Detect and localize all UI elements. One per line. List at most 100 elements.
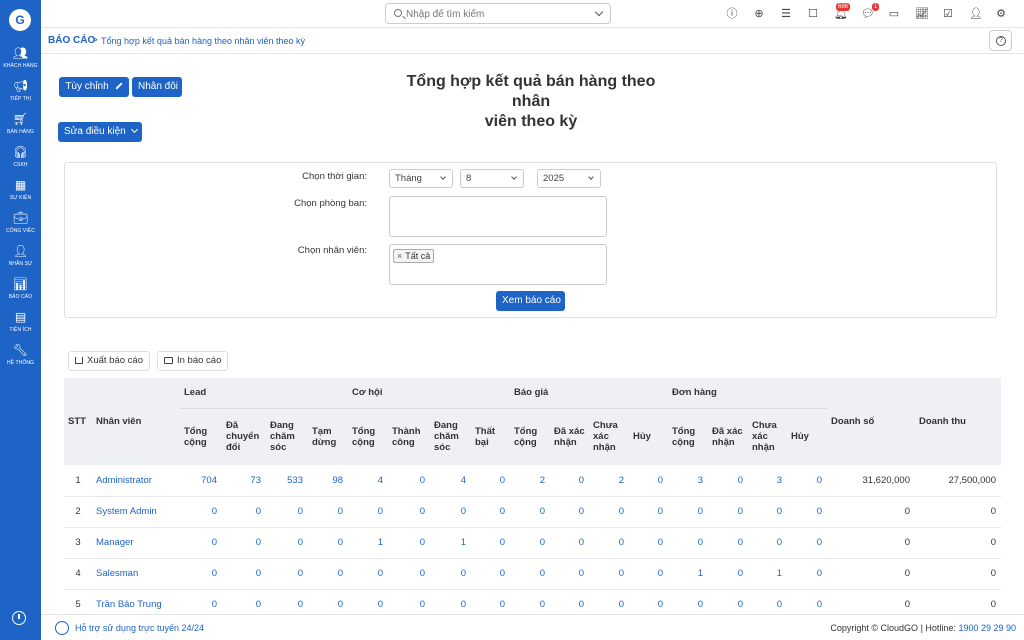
print-report-button[interactable]: In báo cáo xyxy=(157,351,229,371)
metric-link[interactable]: 0 xyxy=(510,527,550,559)
hotline-number[interactable]: 1900 29 29 90 xyxy=(958,623,1016,633)
metric-link[interactable]: 0 xyxy=(471,496,510,528)
metric-link[interactable]: 0 xyxy=(266,496,308,528)
chat-icon[interactable]: 💬︎ xyxy=(861,8,875,20)
metric-link[interactable]: 0 xyxy=(222,527,266,559)
sidebar-item-7[interactable]: 📊︎ BÁO CÁO xyxy=(0,277,41,300)
global-search[interactable] xyxy=(385,3,611,24)
metric-link[interactable]: 1 xyxy=(668,558,708,590)
sidebar-item-9[interactable]: 🔧︎ HỆ THỐNG xyxy=(0,343,41,366)
metric-link[interactable]: 0 xyxy=(708,496,748,528)
metric-link[interactable]: 0 xyxy=(180,527,222,559)
help-button[interactable]: ? xyxy=(989,30,1012,51)
metric-link[interactable]: 0 xyxy=(629,558,668,590)
employee-tag[interactable]: × Tất cả xyxy=(393,249,435,263)
support-link[interactable]: Hỗ trợ sử dụng trực tuyến 24/24 xyxy=(75,623,204,633)
remove-tag-icon[interactable]: × xyxy=(397,251,402,261)
metric-link[interactable]: 3 xyxy=(748,465,787,497)
view-report-button[interactable]: Xem báo cáo xyxy=(496,291,565,311)
add-circle-icon[interactable]: ⊕ xyxy=(753,8,765,20)
year-select[interactable]: 2025 xyxy=(537,169,601,188)
metric-link[interactable]: 4 xyxy=(430,465,471,497)
metric-link[interactable]: 0 xyxy=(308,496,348,528)
metric-link[interactable]: 0 xyxy=(222,496,266,528)
metric-link[interactable]: 0 xyxy=(430,496,471,528)
metric-link[interactable]: 0 xyxy=(708,558,748,590)
metric-link[interactable]: 0 xyxy=(787,527,827,559)
sidebar-item-1[interactable]: 📢︎ TIẾP THỊ xyxy=(0,79,41,102)
metric-link[interactable]: 3 xyxy=(668,465,708,497)
metric-link[interactable]: 0 xyxy=(629,496,668,528)
metric-link[interactable]: 98 xyxy=(308,465,348,497)
sidebar-item-3[interactable]: 🎧︎ CSKH xyxy=(0,145,41,168)
metric-link[interactable]: 0 xyxy=(471,558,510,590)
employee-link[interactable]: Manager xyxy=(92,527,180,559)
sidebar-item-5[interactable]: 💼︎ CÔNG VIỆC xyxy=(0,211,41,234)
metric-link[interactable]: 0 xyxy=(510,558,550,590)
user-icon[interactable]: 👤︎ xyxy=(969,8,983,20)
employee-link[interactable]: System Admin xyxy=(92,496,180,528)
breadcrumb-root[interactable]: BÁO CÁO xyxy=(48,35,95,46)
customize-button[interactable]: Tùy chỉnh xyxy=(59,77,129,97)
metric-link[interactable]: 0 xyxy=(708,465,748,497)
metric-link[interactable]: 0 xyxy=(787,496,827,528)
metric-link[interactable]: 4 xyxy=(348,465,388,497)
metric-link[interactable]: 0 xyxy=(180,558,222,590)
metric-link[interactable]: 0 xyxy=(266,558,308,590)
metric-link[interactable]: 0 xyxy=(629,527,668,559)
month-select[interactable]: 8 xyxy=(460,169,524,188)
metric-link[interactable]: 0 xyxy=(550,527,589,559)
cloudgo-logo[interactable]: G xyxy=(9,9,31,31)
search-input[interactable] xyxy=(406,7,586,21)
sidebar-item-8[interactable]: ▤ TIỆN ÍCH xyxy=(0,310,41,333)
metric-link[interactable]: 0 xyxy=(471,465,510,497)
duplicate-button[interactable]: Nhân đôi xyxy=(132,77,182,97)
line-chart-icon[interactable]: 📈︎ xyxy=(915,8,929,20)
export-report-button[interactable]: Xuất báo cáo xyxy=(68,351,150,371)
employee-link[interactable]: Administrator xyxy=(92,465,180,497)
checkbox-icon[interactable]: ☑ xyxy=(942,8,954,20)
sidebar-item-0[interactable]: 👥︎ KHÁCH HÀNG xyxy=(0,46,41,69)
metric-link[interactable]: 0 xyxy=(510,496,550,528)
metric-link[interactable]: 1 xyxy=(748,558,787,590)
metric-link[interactable]: 1 xyxy=(348,527,388,559)
metric-link[interactable]: 533 xyxy=(266,465,308,497)
employee-link[interactable]: Salesman xyxy=(92,558,180,590)
metric-link[interactable]: 0 xyxy=(266,527,308,559)
list-icon[interactable]: ☰ xyxy=(780,8,792,20)
metric-link[interactable]: 0 xyxy=(308,527,348,559)
metric-link[interactable]: 704 xyxy=(180,465,222,497)
metric-link[interactable]: 2 xyxy=(510,465,550,497)
metric-link[interactable]: 0 xyxy=(430,558,471,590)
metric-link[interactable]: 0 xyxy=(222,558,266,590)
metric-link[interactable]: 0 xyxy=(348,496,388,528)
metric-link[interactable]: 0 xyxy=(388,496,430,528)
metric-link[interactable]: 0 xyxy=(180,496,222,528)
logout-icon[interactable] xyxy=(12,611,26,625)
metric-link[interactable]: 0 xyxy=(550,558,589,590)
sidebar-item-4[interactable]: ▦ SỰ KIỆN xyxy=(0,178,41,201)
metric-link[interactable]: 2 xyxy=(589,465,629,497)
metric-link[interactable]: 0 xyxy=(388,465,430,497)
metric-link[interactable]: 1 xyxy=(430,527,471,559)
metric-link[interactable]: 0 xyxy=(308,558,348,590)
metric-link[interactable]: 0 xyxy=(787,465,827,497)
metric-link[interactable]: 0 xyxy=(629,465,668,497)
metric-link[interactable]: 0 xyxy=(471,527,510,559)
sidebar-item-6[interactable]: 👤︎ NHÂN SỰ xyxy=(0,244,41,267)
gear-icon[interactable]: ⚙ xyxy=(995,8,1007,20)
calendar-icon[interactable]: ▭ xyxy=(888,8,900,20)
metric-link[interactable]: 0 xyxy=(348,558,388,590)
alert-circle-icon[interactable]: ⓘ xyxy=(726,8,738,20)
metric-link[interactable]: 0 xyxy=(388,527,430,559)
metric-link[interactable]: 0 xyxy=(589,527,629,559)
metric-link[interactable]: 0 xyxy=(787,558,827,590)
metric-link[interactable]: 0 xyxy=(748,496,787,528)
period-type-select[interactable]: Tháng xyxy=(389,169,453,188)
metric-link[interactable]: 0 xyxy=(550,465,589,497)
chevron-down-icon[interactable] xyxy=(594,7,604,17)
employee-select[interactable]: × Tất cả xyxy=(389,244,607,285)
metric-link[interactable]: 0 xyxy=(550,496,589,528)
metric-link[interactable]: 0 xyxy=(589,558,629,590)
metric-link[interactable]: 73 xyxy=(222,465,266,497)
